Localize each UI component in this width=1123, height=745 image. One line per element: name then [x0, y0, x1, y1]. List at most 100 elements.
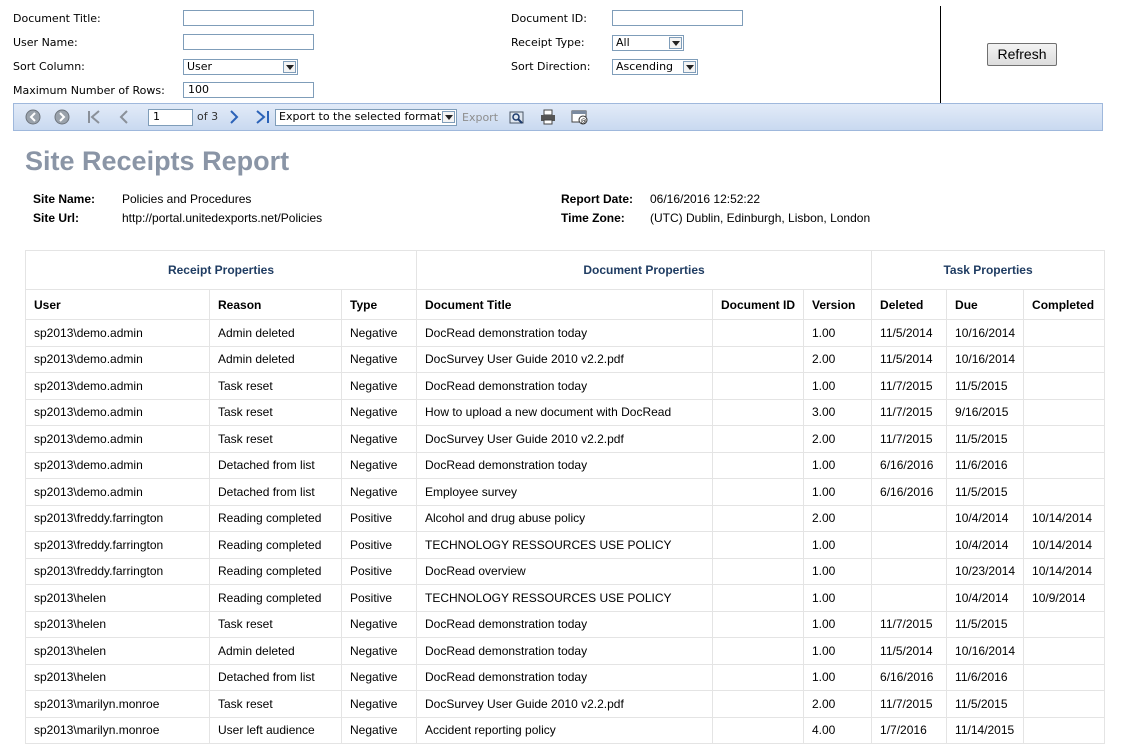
cell-document-id [712, 398, 804, 426]
time-zone-label: Time Zone: [561, 211, 625, 225]
cell-type: Positive [341, 557, 417, 585]
cell-user: sp2013\demo.admin [25, 478, 210, 506]
cell-completed [1023, 663, 1106, 691]
group-receipt-properties: Receipt Properties [25, 250, 417, 290]
col-header-user: User [25, 289, 210, 320]
cell-type: Positive [341, 531, 417, 559]
cell-type: Negative [341, 478, 417, 506]
export-format-value: Export to the selected format [279, 110, 442, 123]
cell-reason: Detached from list [209, 663, 342, 691]
refresh-button[interactable]: Refresh [987, 43, 1057, 66]
cell-type: Negative [341, 319, 417, 347]
cell-deleted [871, 557, 948, 585]
cell-version: 2.00 [802, 504, 873, 532]
cell-document-id [712, 425, 804, 453]
back-icon[interactable] [25, 109, 41, 125]
group-document-properties: Document Properties [415, 250, 873, 290]
table-row: sp2013\demo.admin Detached from list Negat… [25, 478, 1106, 506]
next-page-icon[interactable] [226, 109, 242, 125]
report-title: Site Receipts Report [25, 146, 290, 176]
col-header-due: Due [946, 289, 1025, 320]
cell-reason: Reading completed [209, 504, 342, 532]
cell-version: 1.00 [802, 319, 873, 347]
cell-deleted: 11/7/2015 [871, 398, 948, 426]
site-name-value: Policies and Procedures [122, 192, 252, 206]
cell-deleted: 11/5/2014 [871, 345, 948, 373]
cell-document-id [712, 319, 804, 347]
cell-version: 3.00 [802, 398, 873, 426]
report-date-label: Report Date: [561, 192, 634, 206]
chevron-down-icon [283, 61, 296, 73]
cell-reason: Reading completed [209, 584, 342, 612]
cell-reason: Task reset [209, 398, 342, 426]
cell-deleted [871, 584, 948, 612]
cell-type: Negative [341, 690, 417, 718]
cell-document-title: DocRead demonstration today [416, 451, 713, 479]
cell-document-title: Employee survey [416, 478, 713, 506]
cell-reason: Admin deleted [209, 345, 342, 373]
first-page-icon[interactable] [86, 109, 102, 125]
cell-document-id [712, 637, 804, 665]
cell-deleted: 11/7/2015 [871, 610, 948, 638]
cell-type: Negative [341, 637, 417, 665]
cell-deleted: 11/5/2014 [871, 637, 948, 665]
print-icon[interactable] [540, 109, 556, 125]
forward-icon[interactable] [54, 109, 70, 125]
data-feed-icon[interactable]: @ [571, 109, 589, 125]
cell-version: 1.00 [802, 663, 873, 691]
cell-type: Negative [341, 398, 417, 426]
cell-due: 11/5/2015 [946, 690, 1025, 718]
cell-version: 1.00 [802, 637, 873, 665]
cell-reason: Admin deleted [209, 319, 342, 347]
table-row: sp2013\marilyn.monroe Task reset Negative D… [25, 690, 1106, 718]
cell-document-title: DocRead demonstration today [416, 372, 713, 400]
user-name-input[interactable] [183, 34, 314, 50]
sort-direction-label: Sort Direction: [511, 60, 591, 73]
cell-due: 11/6/2016 [946, 451, 1025, 479]
cell-user: sp2013\demo.admin [25, 398, 210, 426]
receipt-type-select[interactable]: All [612, 35, 684, 51]
export-link[interactable]: Export [462, 111, 498, 124]
cell-reason: Detached from list [209, 451, 342, 479]
document-id-input[interactable] [612, 10, 743, 26]
cell-completed: 10/14/2014 [1023, 531, 1106, 559]
cell-reason: Detached from list [209, 478, 342, 506]
find-icon[interactable] [508, 109, 526, 125]
cell-type: Positive [341, 584, 417, 612]
cell-deleted: 11/5/2014 [871, 319, 948, 347]
max-rows-input[interactable]: 100 [183, 82, 314, 98]
cell-reason: Task reset [209, 690, 342, 718]
cell-completed [1023, 372, 1106, 400]
cell-completed: 10/9/2014 [1023, 584, 1106, 612]
export-format-select[interactable]: Export to the selected format [275, 109, 457, 126]
user-name-label: User Name: [13, 36, 78, 49]
last-page-icon[interactable] [254, 109, 272, 125]
cell-user: sp2013\helen [25, 584, 210, 612]
document-title-input[interactable] [183, 10, 314, 26]
cell-completed: 10/14/2014 [1023, 504, 1106, 532]
cell-user: sp2013\demo.admin [25, 425, 210, 453]
sort-direction-select[interactable]: Ascending [612, 59, 698, 75]
cell-due: 9/16/2015 [946, 398, 1025, 426]
cell-due: 10/4/2014 [946, 531, 1025, 559]
col-header-document-title: Document Title [416, 289, 713, 320]
cell-type: Negative [341, 345, 417, 373]
document-id-label: Document ID: [511, 12, 587, 25]
cell-reason: Task reset [209, 372, 342, 400]
cell-due: 11/14/2015 [946, 716, 1025, 744]
page-count: of 3 [197, 110, 219, 123]
cell-due: 11/5/2015 [946, 425, 1025, 453]
cell-due: 10/16/2014 [946, 319, 1025, 347]
previous-page-icon[interactable] [116, 109, 132, 125]
table-row: sp2013\demo.admin Task reset Negative DocRe… [25, 372, 1106, 400]
sort-column-select[interactable]: User [183, 59, 298, 75]
page-number-input[interactable]: 1 [148, 109, 193, 126]
parameter-divider [940, 6, 941, 103]
table-row: sp2013\freddy.farrington Reading complete… [25, 557, 1106, 585]
cell-user: sp2013\helen [25, 637, 210, 665]
col-header-deleted: Deleted [871, 289, 948, 320]
site-name-label: Site Name: [33, 192, 96, 206]
cell-document-id [712, 531, 804, 559]
cell-deleted: 1/7/2016 [871, 716, 948, 744]
cell-document-title: DocRead overview [416, 557, 713, 585]
